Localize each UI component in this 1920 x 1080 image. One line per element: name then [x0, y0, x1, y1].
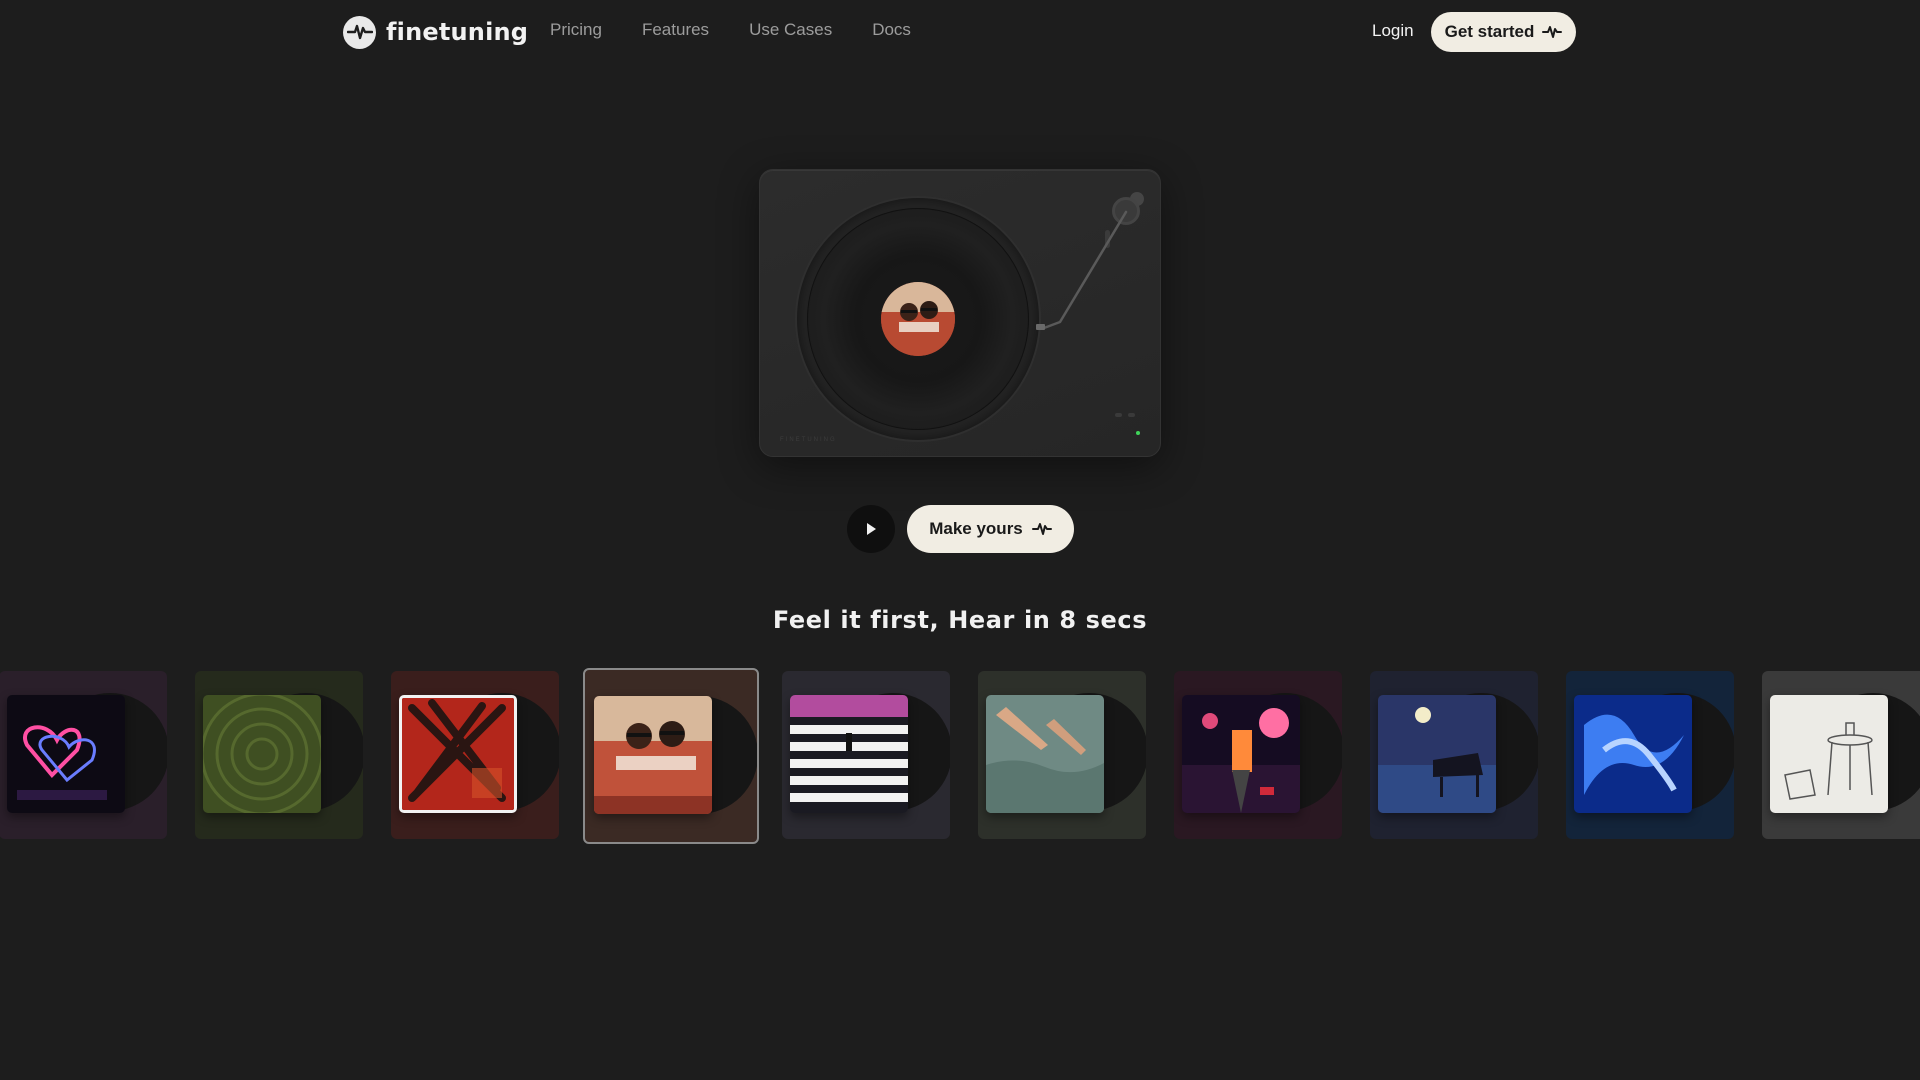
turntable-brand: FINETUNING [780, 437, 837, 443]
album-cover-neon-hearts [7, 695, 125, 813]
login-link[interactable]: Login [1372, 21, 1414, 41]
album-carousel [0, 668, 1920, 848]
album-cover-synthwave [1182, 695, 1300, 813]
waveform-logo-icon [343, 15, 376, 49]
get-started-label: Get started [1444, 22, 1535, 41]
waveform-icon [1031, 523, 1052, 535]
get-started-button[interactable]: Get started [1431, 12, 1576, 52]
top-nav: finetuning Pricing Features Use Cases Do… [0, 0, 1920, 64]
album-red-abstract[interactable] [391, 671, 559, 839]
album-neon-hearts[interactable] [0, 671, 167, 839]
album-green-field[interactable] [195, 671, 363, 839]
tonearm[interactable] [760, 170, 1162, 458]
album-cover-water-hands [986, 695, 1104, 813]
make-yours-button[interactable]: Make yours [907, 505, 1074, 553]
nav-link-pricing[interactable]: Pricing [550, 20, 602, 40]
play-button[interactable] [847, 505, 895, 553]
nav-link-features[interactable]: Features [642, 20, 709, 40]
album-cover-moon-piano [1378, 695, 1496, 813]
nav-link-use-cases[interactable]: Use Cases [749, 20, 832, 40]
album-water-hands[interactable] [978, 671, 1146, 839]
album-retro-car[interactable] [583, 668, 759, 844]
nav-link-docs[interactable]: Docs [872, 20, 911, 40]
speed-controls[interactable] [1115, 413, 1135, 417]
power-led [1136, 431, 1140, 435]
album-cover-red-abstract [399, 695, 517, 813]
nav-links: Pricing Features Use Cases Docs [550, 20, 911, 40]
speed-dot[interactable] [1115, 413, 1122, 417]
album-cover-sketch-table [1770, 695, 1888, 813]
make-yours-label: Make yours [929, 519, 1023, 538]
turntable-player: FINETUNING [759, 169, 1161, 457]
album-blue-fluid[interactable] [1566, 671, 1734, 839]
album-moon-piano[interactable] [1370, 671, 1538, 839]
album-sketch-table[interactable] [1762, 671, 1920, 839]
speed-dot[interactable] [1128, 413, 1135, 417]
album-synthwave[interactable] [1174, 671, 1342, 839]
brand-name: finetuning [386, 18, 529, 46]
tagline: Feel it first, Hear in 8 secs [772, 606, 1148, 634]
play-icon [867, 523, 876, 535]
brand-logo[interactable]: finetuning [343, 15, 528, 49]
album-cover-crosswalk [790, 695, 908, 813]
album-cover-green-field [203, 695, 321, 813]
album-crosswalk[interactable] [782, 671, 950, 839]
waveform-icon [1542, 26, 1563, 38]
album-cover-retro-car [594, 696, 712, 814]
album-cover-blue-fluid [1574, 695, 1692, 813]
